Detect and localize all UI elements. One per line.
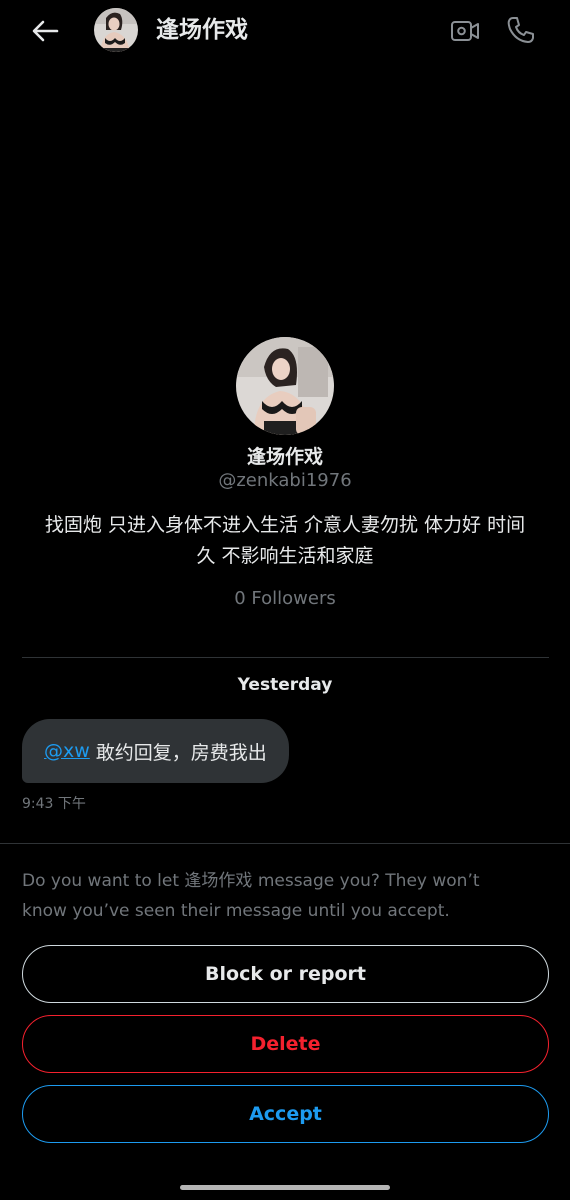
block-or-report-button[interactable]: Block or report bbox=[22, 945, 549, 1003]
home-indicator[interactable] bbox=[180, 1185, 390, 1190]
divider bbox=[22, 657, 549, 658]
message-request-prompt: Do you want to let 逢场作戏 message you? The… bbox=[22, 871, 480, 921]
audio-call-button[interactable] bbox=[503, 12, 539, 48]
arrow-left-icon bbox=[32, 20, 59, 42]
followers-label: Followers bbox=[251, 588, 336, 609]
mention-link[interactable]: @xw bbox=[44, 740, 90, 762]
followers-count: 0 bbox=[234, 588, 246, 609]
video-call-button[interactable] bbox=[448, 14, 482, 48]
profile-name[interactable]: 逢场作戏 bbox=[0, 442, 570, 469]
profile-photo bbox=[236, 337, 334, 435]
header-avatar[interactable] bbox=[94, 8, 138, 52]
profile-bio: 找固炮 只进入身体不进入生活 介意人妻勿扰 体力好 时间久 不影响生活和家庭 bbox=[44, 514, 526, 567]
delete-button[interactable]: Delete bbox=[22, 1015, 549, 1073]
accept-button[interactable]: Accept bbox=[22, 1085, 549, 1143]
conversation-header: 逢场作戏 bbox=[0, 0, 570, 62]
followers-link[interactable]: 0 Followers bbox=[0, 588, 570, 609]
date-separator: Yesterday bbox=[237, 675, 333, 695]
conversation-title[interactable]: 逢场作戏 bbox=[156, 15, 248, 45]
back-button[interactable] bbox=[28, 14, 62, 48]
message-bubble[interactable]: @xw 敢约回复，房费我出 bbox=[22, 719, 289, 783]
message-timestamp: 9:43 下午 bbox=[22, 796, 86, 812]
profile-handle[interactable]: @zenkabi1976 bbox=[0, 470, 570, 491]
message-text: 敢约回复，房费我出 bbox=[95, 741, 267, 764]
request-divider bbox=[0, 843, 570, 844]
phone-icon bbox=[507, 17, 534, 43]
profile-avatar[interactable] bbox=[236, 337, 334, 435]
video-camera-icon bbox=[451, 21, 479, 41]
avatar-photo bbox=[94, 8, 138, 52]
